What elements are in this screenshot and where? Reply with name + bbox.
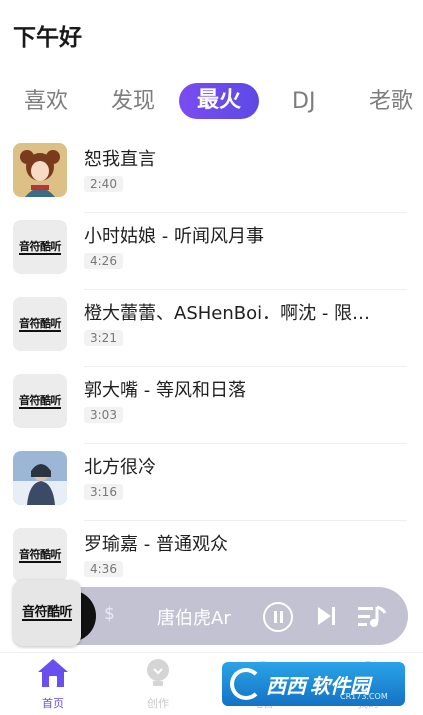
app-logo: 音符酷听 [21, 604, 73, 621]
nav-create-label: 创作 [147, 697, 169, 710]
song-title: 郭大嘴 - 等风和日落 [84, 380, 246, 401]
song-duration: 4:26 [84, 253, 123, 269]
song-title: 小时姑娘 - 听闻风月事 [84, 226, 264, 247]
tab-oldies[interactable]: 老歌 [369, 84, 413, 120]
song-title: 橙大蕾蕾、ASHenBoi．啊沈 - 限… [84, 303, 371, 324]
tab-dj[interactable]: DJ [292, 84, 315, 120]
nav-create[interactable]: 创作 [128, 657, 188, 711]
watermark-sub: CR173.COM [340, 692, 388, 701]
bulb-icon [147, 659, 169, 686]
list-item[interactable]: 北方很冷 3:16 [0, 444, 423, 521]
list-item[interactable]: 恕我直言 2:40 [0, 136, 423, 213]
skip-next-icon [318, 607, 335, 625]
next-track-button[interactable] [314, 604, 338, 628]
song-cover: 音符酷听 [13, 528, 67, 582]
playlist-icon [358, 605, 387, 627]
player-song-title: 唐伯虎Ar [157, 608, 231, 629]
song-title: 北方很冷 [84, 457, 156, 478]
song-cover [13, 451, 67, 505]
tab-hottest[interactable]: 最火 [179, 83, 260, 119]
song-title: 罗瑜嘉 - 普通观众 [84, 534, 228, 555]
song-cover: 音符酷听 [13, 374, 67, 428]
song-duration: 4:36 [84, 561, 123, 577]
playlist-button[interactable] [357, 604, 387, 630]
site-watermark: 西西 软件园 CR173.COM [222, 662, 405, 706]
greeting-title: 下午好 [13, 25, 82, 51]
list-item[interactable]: 音符酷听 小时姑娘 - 听闻风月事 4:26 [0, 213, 423, 290]
watermark-brand: 西西 [266, 673, 306, 698]
app-logo: 音符酷听 [19, 393, 62, 409]
song-duration: 2:40 [84, 176, 123, 192]
tab-likes[interactable]: 喜欢 [24, 84, 68, 120]
player-cover[interactable]: 音符酷听 [13, 580, 81, 646]
song-title: 恕我直言 [84, 149, 156, 170]
song-duration: 3:03 [84, 407, 123, 423]
app-logo: 音符酷听 [19, 316, 62, 332]
player-lyric: $ [104, 604, 115, 624]
song-cover [13, 143, 67, 197]
list-item[interactable]: 音符酷听 橙大蕾蕾、ASHenBoi．啊沈 - 限… 3:21 [0, 290, 423, 367]
anime-cover-art [13, 143, 67, 197]
winter-cover-photo [13, 451, 67, 505]
app-logo: 音符酷听 [19, 547, 62, 563]
tab-discover[interactable]: 发现 [111, 84, 155, 120]
category-tabs: 喜欢 发现 最火 DJ 老歌 [0, 80, 423, 124]
song-duration: 3:16 [84, 484, 123, 500]
song-duration: 3:21 [84, 330, 123, 346]
app-logo: 音符酷听 [19, 239, 62, 255]
nav-home[interactable]: 首页 [23, 657, 83, 711]
home-icon [38, 659, 68, 687]
nav-home-label: 首页 [42, 697, 64, 710]
watermark-logo-icon [230, 668, 262, 700]
song-cover: 音符酷听 [13, 297, 67, 351]
song-cover: 音符酷听 [13, 220, 67, 274]
pause-button[interactable] [263, 602, 293, 632]
list-item[interactable]: 音符酷听 郭大嘴 - 等风和日落 3:03 [0, 367, 423, 444]
